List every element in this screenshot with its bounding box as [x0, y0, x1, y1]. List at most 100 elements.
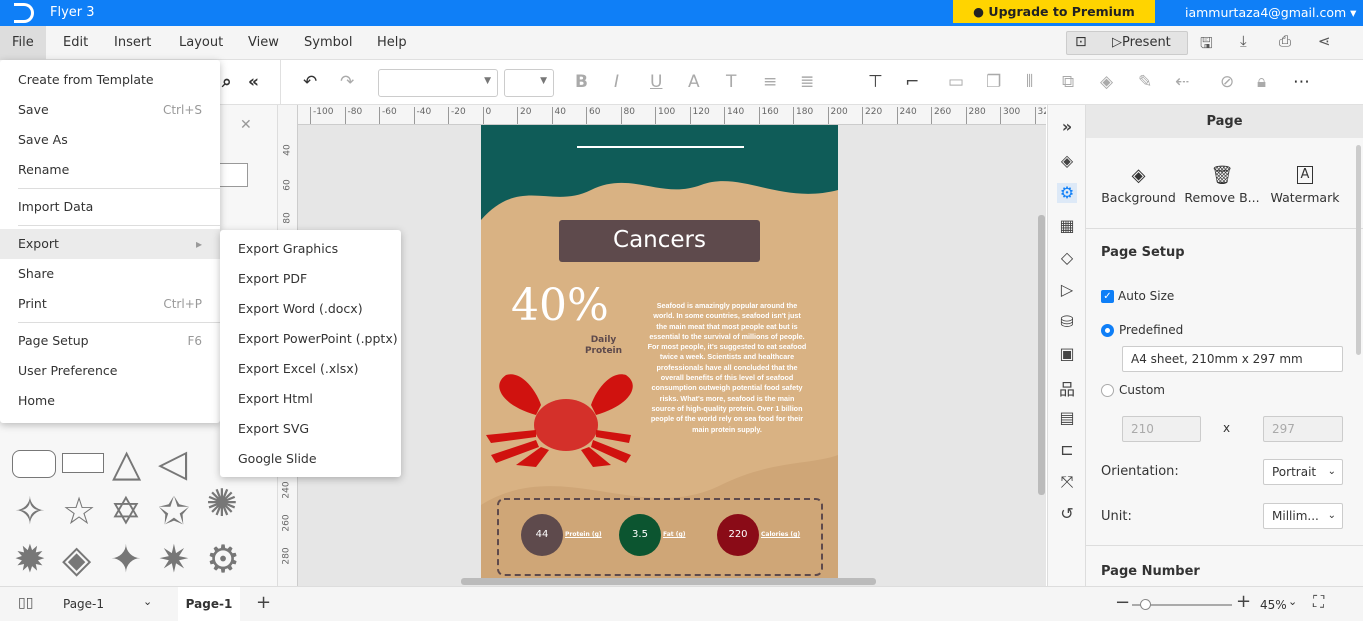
present-button[interactable]: ▷Present	[1112, 35, 1171, 50]
flyer-page[interactable]: Cancers 40% Daily Protein Seafood is ama…	[481, 125, 838, 578]
zoom-level[interactable]: 45%	[1260, 598, 1287, 612]
library-search-input[interactable]	[220, 163, 248, 187]
upgrade-button[interactable]: ● Upgrade to Premium Version	[953, 0, 1155, 42]
font-color-icon[interactable]: A	[688, 72, 700, 92]
custom-radio[interactable]	[1101, 384, 1114, 397]
slideshow-icon[interactable]: ⊡	[1075, 34, 1087, 50]
shape-cog[interactable]: ⚙	[206, 539, 240, 579]
group-icon[interactable]: ❐	[986, 72, 1001, 92]
watermark-button[interactable]: A Watermark	[1264, 165, 1346, 205]
shape-gear[interactable]: ✷	[158, 539, 190, 579]
image-icon[interactable]: ▣	[1057, 344, 1077, 364]
collapse-left-icon[interactable]: «	[248, 72, 259, 92]
font-size-select[interactable]: ▼	[504, 69, 554, 97]
export-menu-item[interactable]: Export Html	[220, 384, 401, 414]
shape-star-6[interactable]: ✡	[110, 491, 142, 531]
underline-icon[interactable]: U	[650, 72, 662, 92]
stat-circle[interactable]: 44	[521, 514, 563, 556]
fill-style-icon[interactable]: ◈	[1057, 151, 1077, 171]
font-family-select[interactable]: ▼	[378, 69, 498, 97]
zoom-in-icon[interactable]: +	[1236, 591, 1251, 612]
predefined-size-select[interactable]: A4 sheet, 210mm x 297 mm	[1122, 346, 1343, 372]
fill-icon[interactable]: ◈	[1100, 72, 1113, 92]
tab-page-1[interactable]: Page-1	[178, 587, 240, 621]
format-icon[interactable]: ⊏	[1057, 440, 1077, 460]
undo-icon[interactable]: ↶	[303, 72, 317, 92]
connector-icon[interactable]: ⌐	[905, 72, 919, 92]
flyer-percent[interactable]: 40%	[511, 280, 609, 331]
print-icon[interactable]: ⎙	[1279, 32, 1291, 50]
page-settings-icon[interactable]: ⚙	[1057, 183, 1077, 203]
database-icon[interactable]: ⛁	[1057, 312, 1077, 332]
org-chart-icon[interactable]: 品	[1057, 376, 1077, 399]
download-icon[interactable]: ⤓	[1240, 32, 1247, 50]
bold-icon[interactable]: B	[575, 72, 588, 92]
shape-burst[interactable]: ✺	[206, 483, 238, 523]
menu-help[interactable]: Help	[365, 26, 419, 60]
account-menu[interactable]: iammurtaza4@gmail.com ▾	[1185, 5, 1356, 20]
fit-icon[interactable]: ⤧	[1057, 472, 1077, 492]
vertical-scrollbar[interactable]	[1038, 215, 1045, 495]
close-panel-icon[interactable]: ✕	[240, 117, 252, 133]
text-style-icon[interactable]: T	[726, 72, 736, 92]
panel-scrollbar[interactable]	[1356, 145, 1361, 355]
shape-star-5[interactable]: ☆	[62, 491, 96, 531]
chevron-down-icon[interactable]: ⌄	[143, 595, 152, 608]
redo-icon[interactable]: ↷	[340, 72, 354, 92]
file-menu-item[interactable]: Share	[0, 259, 220, 289]
width-input[interactable]: 210	[1122, 416, 1201, 442]
zoom-slider-handle[interactable]	[1140, 599, 1151, 610]
orientation-select[interactable]: Portrait ⌄	[1263, 459, 1343, 485]
presentation-icon[interactable]: ▷	[1057, 280, 1077, 300]
background-button[interactable]: ◈ Background	[1096, 165, 1181, 205]
arrange-icon[interactable]: ▭	[948, 72, 964, 92]
italic-icon[interactable]: I	[614, 72, 619, 92]
add-page-icon[interactable]: +	[256, 592, 271, 613]
stat-circle[interactable]: 3.5	[619, 514, 661, 556]
layers-icon[interactable]: ◇	[1057, 248, 1077, 268]
file-menu-item[interactable]: Save As	[0, 125, 220, 155]
file-menu-item[interactable]: Rename	[0, 155, 220, 185]
lock-icon[interactable]: 🔒︎	[1257, 72, 1266, 92]
file-menu-item[interactable]: Home	[0, 386, 220, 416]
size-icon[interactable]: ⧉	[1062, 72, 1074, 92]
line-spacing-icon[interactable]: ≣	[800, 72, 814, 92]
predefined-radio[interactable]	[1101, 324, 1114, 337]
file-menu-item[interactable]: Import Data	[0, 192, 220, 222]
menu-symbol[interactable]: Symbol	[292, 26, 364, 60]
edit-icon[interactable]: ⊘	[1220, 72, 1234, 92]
zoom-out-icon[interactable]: −	[1115, 592, 1130, 613]
export-menu-item[interactable]: Export SVG	[220, 414, 401, 444]
history-icon[interactable]: ↺	[1057, 504, 1077, 524]
shape-diamond[interactable]: ◈	[62, 539, 91, 579]
file-menu-item[interactable]: Create from Template	[0, 65, 220, 95]
horizontal-scrollbar[interactable]	[461, 578, 876, 585]
export-menu-item[interactable]: Export Word (.docx)	[220, 294, 401, 324]
share-icon[interactable]: ⋖	[1318, 32, 1331, 50]
shape-compass[interactable]: ✦	[110, 539, 142, 579]
shape-star-4[interactable]: ✧	[14, 491, 46, 531]
shape-right-triangle[interactable]: ◁	[158, 443, 187, 483]
menu-insert[interactable]: Insert	[102, 26, 163, 60]
shape-triangle[interactable]: △	[112, 443, 141, 483]
stat-label[interactable]: Calories (g)	[761, 531, 800, 538]
text-box-icon[interactable]: ⊤	[868, 72, 883, 92]
shape-star-7[interactable]: ✩	[158, 491, 190, 531]
grid-icon[interactable]: ▦	[1057, 216, 1077, 236]
unit-select[interactable]: Millim... ⌄	[1263, 503, 1343, 529]
export-menu-item[interactable]: Export Graphics	[220, 234, 401, 264]
search-icon[interactable]: ⌕	[222, 72, 232, 92]
remove-background-button[interactable]: 🗑︎ Remove B...	[1182, 165, 1262, 205]
building-icon[interactable]: ▤	[1057, 408, 1077, 428]
page-select[interactable]: Page-1	[63, 597, 104, 611]
shape-pentagon[interactable]	[62, 453, 104, 473]
line-color-icon[interactable]: ✎	[1138, 72, 1152, 92]
file-menu-item[interactable]: Print Ctrl+P	[0, 289, 220, 319]
line-style-icon[interactable]: ⇠	[1175, 72, 1189, 92]
flyer-percent-label[interactable]: Daily Protein	[581, 335, 626, 357]
more-icon[interactable]: ⋯	[1293, 72, 1310, 92]
align-objects-icon[interactable]: ⫴	[1026, 72, 1033, 92]
export-menu-item[interactable]: Export Excel (.xlsx)	[220, 354, 401, 384]
export-menu-item[interactable]: Export PowerPoint (.pptx)	[220, 324, 401, 354]
stat-circle[interactable]: 220	[717, 514, 759, 556]
